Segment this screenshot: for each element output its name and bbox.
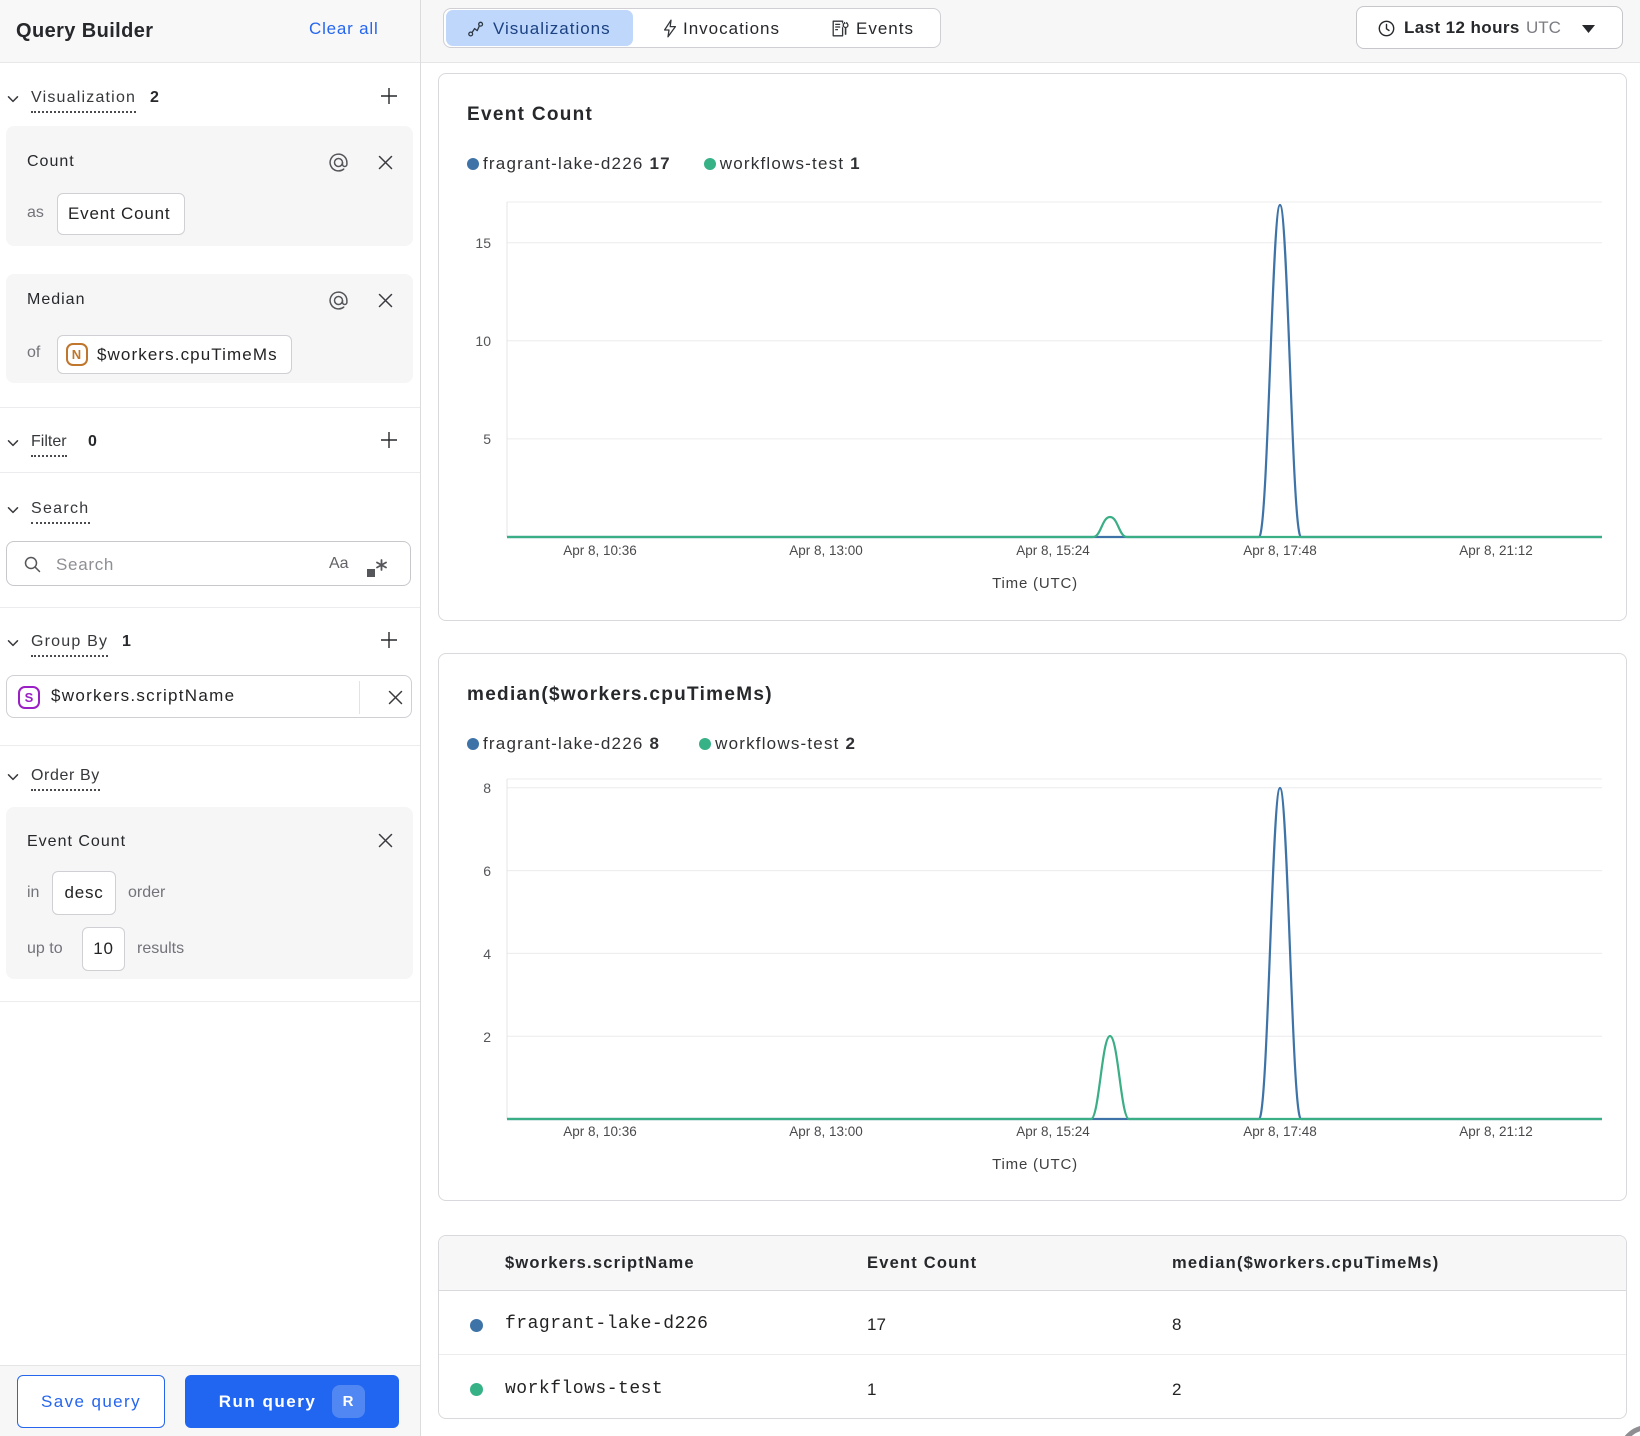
svg-text:Time (UTC): Time (UTC) [992,1156,1078,1173]
svg-text:5: 5 [483,431,491,447]
svg-text:Apr 8, 15:24: Apr 8, 15:24 [1016,1124,1090,1139]
svg-text:Apr 8, 10:36: Apr 8, 10:36 [563,1124,637,1139]
svg-text:Apr 8, 15:24: Apr 8, 15:24 [1016,543,1090,558]
svg-text:Apr 8, 13:00: Apr 8, 13:00 [789,1124,863,1139]
svg-text:8: 8 [483,780,491,796]
svg-text:4: 4 [483,946,491,962]
svg-text:Apr 8, 13:00: Apr 8, 13:00 [789,543,863,558]
svg-text:Apr 8, 10:36: Apr 8, 10:36 [563,543,637,558]
svg-text:Apr 8, 17:48: Apr 8, 17:48 [1243,1124,1317,1139]
svg-text:6: 6 [483,863,491,879]
svg-text:Apr 8, 17:48: Apr 8, 17:48 [1243,543,1317,558]
svg-text:Time (UTC): Time (UTC) [992,575,1078,592]
svg-text:Apr 8, 21:12: Apr 8, 21:12 [1459,1124,1533,1139]
svg-text:Apr 8, 21:12: Apr 8, 21:12 [1459,543,1533,558]
svg-text:2: 2 [483,1029,491,1045]
svg-text:15: 15 [475,235,491,251]
svg-text:10: 10 [475,333,491,349]
